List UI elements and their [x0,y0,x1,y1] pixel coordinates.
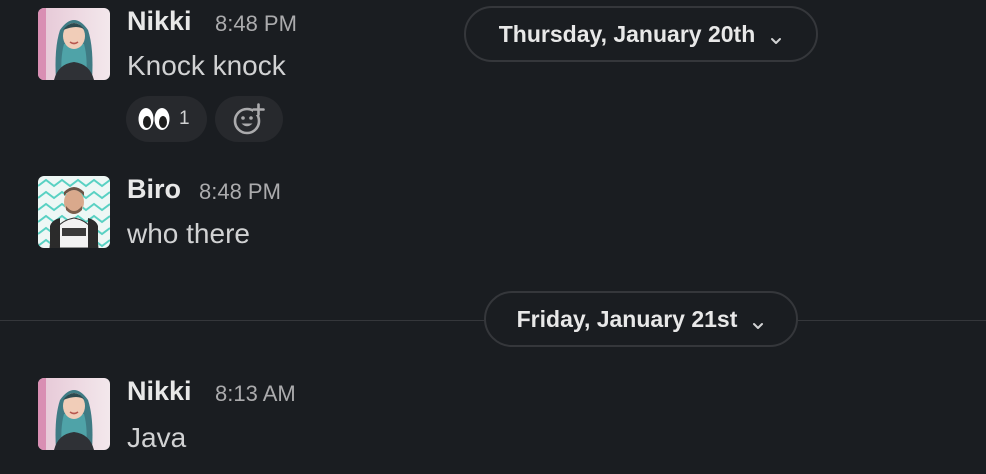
date-label: Thursday, January 20th [498,20,756,47]
chevron-down-icon [769,27,783,44]
reaction-eyes[interactable]: 1 [126,96,207,142]
message-nikki-2[interactable]: Nikki 8:13 AM Java [0,360,986,474]
add-reaction-button[interactable] [215,96,283,142]
add-reaction-icon [232,102,266,136]
author-name[interactable]: Biro [127,174,181,205]
date-divider-jan-20[interactable]: Thursday, January 20th [464,6,818,62]
message-biro[interactable]: Biro 8:48 PM who there [0,160,986,270]
message-text: who there [127,218,250,249]
reaction-count: 1 [179,108,190,129]
message-text: Java [127,422,187,453]
timestamp[interactable]: 8:48 PM [215,11,297,37]
eyes-emoji-icon [137,106,171,132]
avatar-nikki[interactable] [38,378,110,450]
avatar-biro[interactable] [38,176,110,248]
author-name[interactable]: Nikki [127,376,192,407]
author-name[interactable]: Nikki [127,6,192,37]
date-divider-jan-21[interactable]: Friday, January 21st [484,291,798,347]
chevron-down-icon [751,312,765,329]
timestamp[interactable]: 8:48 PM [199,179,281,205]
timestamp[interactable]: 8:13 AM [215,381,296,407]
message-text: Knock knock [127,50,286,81]
date-label: Friday, January 21st [516,305,738,332]
avatar-nikki[interactable] [38,8,110,80]
